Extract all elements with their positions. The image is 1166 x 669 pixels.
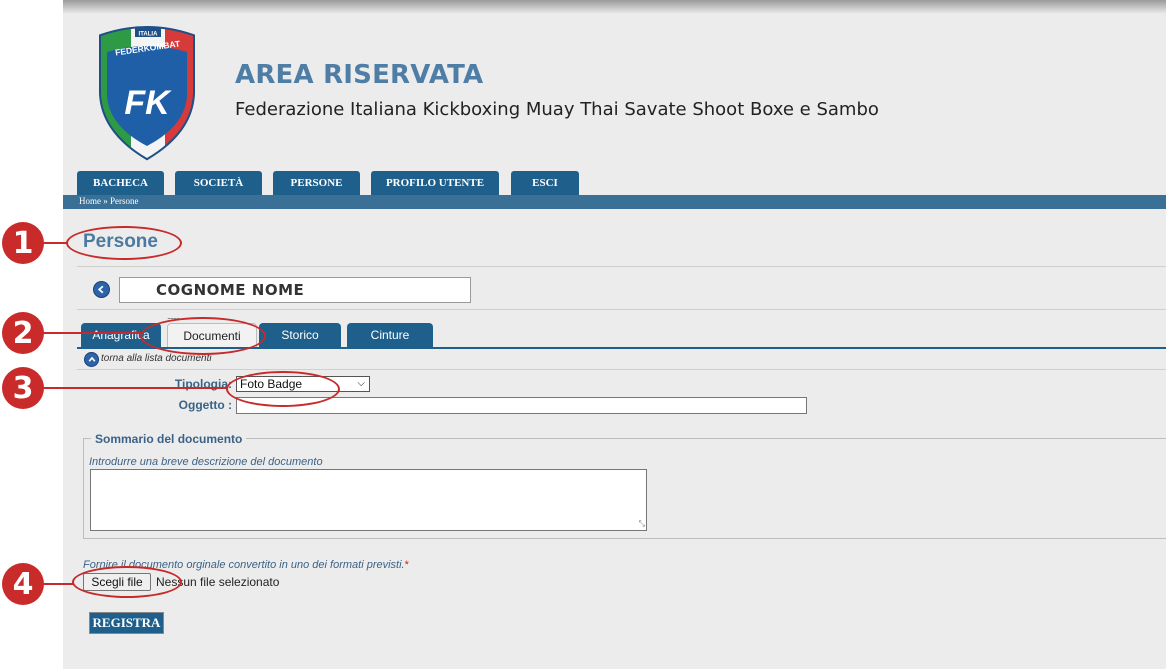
nav-societa[interactable]: SOCIETÀ [175,171,262,195]
tab-cinture[interactable]: Cinture [347,323,433,347]
annotation-marker-3: 3 [2,367,44,409]
logo-initials: FK [124,84,172,122]
annotation-marker-1: 1 [2,222,44,264]
annotation-leader-1 [40,242,68,244]
nav-persone[interactable]: PERSONE [273,171,360,195]
divider [77,369,1166,370]
site-title: AREA RISERVATA [235,60,484,90]
breadcrumb[interactable]: Home » Persone [79,196,139,206]
back-arrow-icon[interactable] [93,281,110,298]
nav-strip [63,195,1166,209]
summary-hint: Introdurre una breve descrizione del doc… [89,456,323,468]
annotation-leader-4 [40,583,74,585]
nav-bacheca[interactable]: BACHECA [77,171,164,195]
annotation-ring-1 [66,226,182,260]
up-arrow-icon[interactable] [84,352,99,367]
nav-profilo-utente[interactable]: PROFILO UTENTE [371,171,499,195]
oggetto-label: Oggetto : [178,398,232,412]
top-shadow [63,0,1166,14]
required-mark: * [404,559,409,571]
registra-button[interactable]: REGISTRA [89,612,164,634]
annotation-marker-2: 2 [2,312,44,354]
annotation-leader-2 [40,332,142,334]
tab-storico[interactable]: Storico [259,323,341,347]
divider [77,266,1166,267]
annotation-ring-4 [72,566,182,598]
person-name: COGNOME NOME [156,281,305,299]
divider [77,309,1166,310]
summary-legend: Sommario del documento [91,432,247,446]
nav-esci[interactable]: ESCI [511,171,579,195]
annotation-marker-4: 4 [2,563,44,605]
site-subtitle: Federazione Italiana Kickboxing Muay Tha… [235,99,879,120]
chevron-down-icon: ⌵ [357,378,365,389]
annotation-ring-2 [140,317,266,355]
annotation-leader-3 [40,387,228,389]
resize-grip-icon[interactable]: ⤡ [639,519,645,529]
federkombat-logo: ITALIA FEDERKOMBAT FK [99,26,195,161]
person-name-box: COGNOME NOME [119,277,471,303]
logo-top-text: ITALIA [139,32,159,38]
summary-textarea[interactable]: ⤡ [90,469,647,531]
annotation-ring-3 [226,371,340,407]
